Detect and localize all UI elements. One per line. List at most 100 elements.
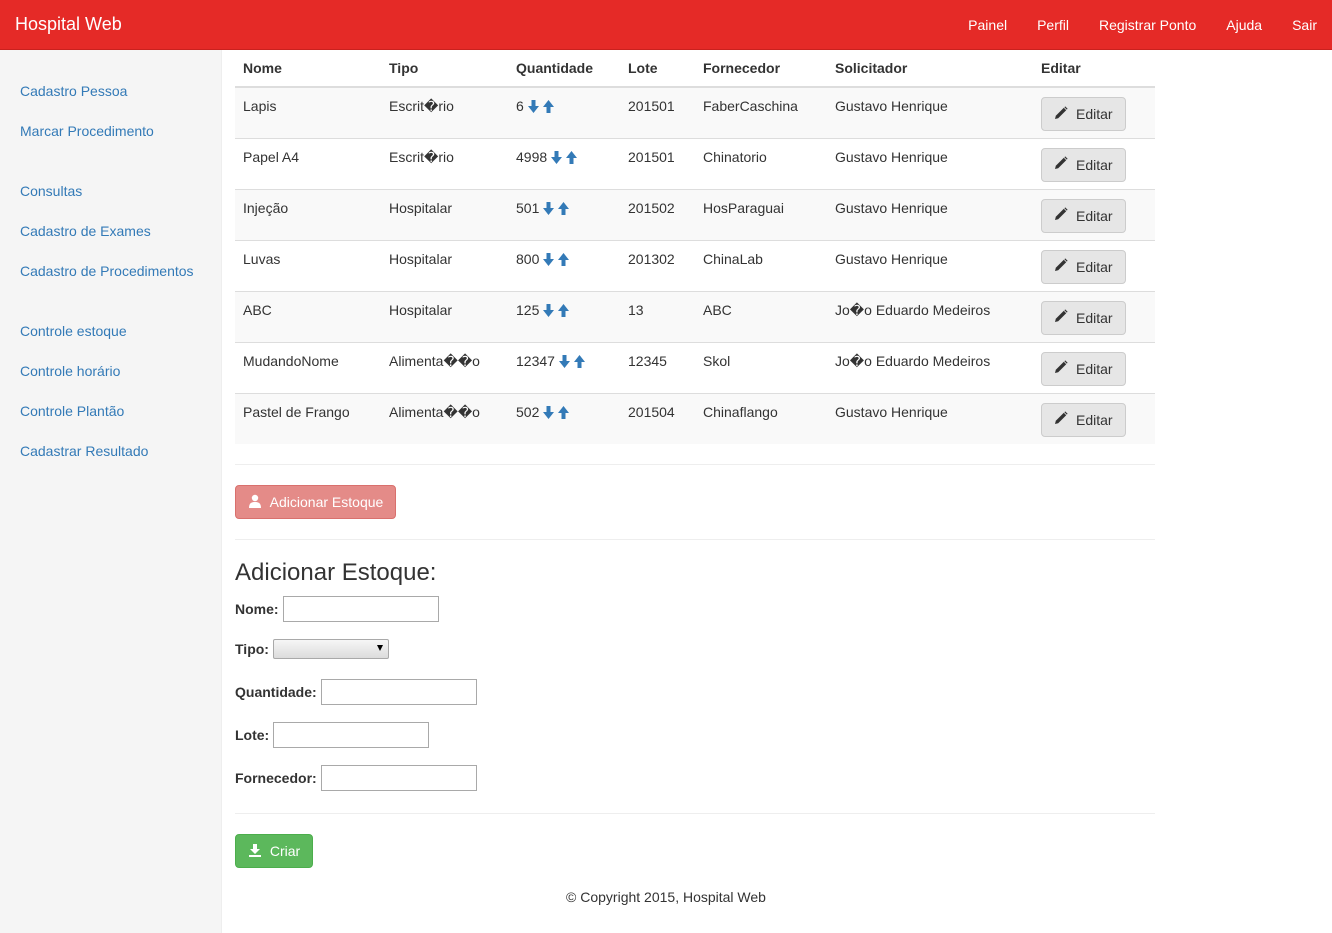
edit-button[interactable]: Editar <box>1041 402 1126 437</box>
form-row-fornecedor: Fornecedor: <box>235 765 477 791</box>
cell-quantidade: 12347 <box>508 341 620 393</box>
brand-link[interactable]: Hospital Web <box>15 14 122 35</box>
edit-button[interactable]: Editar <box>1041 249 1126 284</box>
quantidade-value: 4998 <box>516 148 548 165</box>
quantidade-value: 125 <box>516 301 540 318</box>
cell-editar: Editar <box>1033 239 1155 291</box>
arrow-down-icon[interactable] <box>543 252 555 266</box>
sidebar-item-marcar-procedimento[interactable]: Marcar Procedimento <box>20 123 154 139</box>
arrow-down-icon[interactable] <box>558 354 570 368</box>
edit-button-label: Editar <box>1076 411 1113 428</box>
cell-solicitador: Gustavo Henrique <box>827 239 1033 291</box>
form-title: Adicionar Estoque: <box>235 559 437 586</box>
main-content: Nome Tipo Quantidade Lote Fornecedor Sol… <box>235 50 1155 905</box>
sidebar-item-cadastro-pessoa[interactable]: Cadastro Pessoa <box>20 83 127 99</box>
cell-quantidade: 4998 <box>508 137 620 189</box>
user-icon <box>248 494 262 511</box>
arrow-up-icon[interactable] <box>558 252 570 266</box>
sidebar-item-cadastro-procedimentos[interactable]: Cadastro de Procedimentos <box>20 263 194 279</box>
nav-item-painel[interactable]: Painel <box>953 0 1022 50</box>
cell-lote: 201501 <box>628 98 675 114</box>
pencil-icon <box>1054 309 1068 326</box>
arrow-up-icon[interactable] <box>573 354 585 368</box>
edit-button[interactable]: Editar <box>1041 198 1126 233</box>
edit-button-label: Editar <box>1076 156 1113 173</box>
cell-nome: MudandoNome <box>235 341 381 393</box>
arrow-up-icon[interactable] <box>558 405 570 419</box>
cell-lote: 201501 <box>620 137 695 189</box>
sidebar-item-controle-plantao[interactable]: Controle Plantão <box>20 403 124 419</box>
add-stock-button[interactable]: Adicionar Estoque <box>235 485 396 519</box>
table-header-row: Nome Tipo Quantidade Lote Fornecedor Sol… <box>235 50 1155 88</box>
cell-nome: Injeção <box>235 188 381 240</box>
cell-tipo: Hospitalar <box>381 239 508 291</box>
quantidade-label: Quantidade: <box>235 684 317 700</box>
cell-solicitador: Gustavo Henrique <box>827 392 1033 444</box>
nav-item-registrar-ponto[interactable]: Registrar Ponto <box>1084 0 1211 50</box>
pencil-icon <box>1054 156 1068 173</box>
cell-nome: Pastel de Frango <box>235 392 381 444</box>
edit-button[interactable]: Editar <box>1041 300 1126 335</box>
edit-button-label: Editar <box>1076 258 1113 275</box>
pencil-icon <box>1054 360 1068 377</box>
cell-fornecedor: Chinatorio <box>695 137 827 189</box>
cell-quantidade: 501 <box>508 188 620 240</box>
cell-quantidade: 6 <box>508 87 620 138</box>
arrow-down-icon[interactable] <box>543 405 555 419</box>
cell-editar: Editar <box>1033 87 1155 138</box>
arrow-down-icon[interactable] <box>551 150 563 164</box>
quantidade-value: 12347 <box>516 352 555 369</box>
lote-input[interactable] <box>273 722 430 748</box>
sidebar-item-controle-estoque[interactable]: Controle estoque <box>20 323 127 339</box>
cell-lote: 13 <box>620 290 695 342</box>
divider <box>235 464 1155 465</box>
lote-label: Lote: <box>235 727 270 743</box>
table-row: Luvas Hospitalar 800 201302 ChinaLab Gustavo … <box>235 239 1155 291</box>
quantidade-value: 502 <box>516 403 540 420</box>
table-row: Injeção Hospitalar 501 201502 HosParaguai Gus… <box>235 188 1155 240</box>
nav-item-ajuda[interactable]: Ajuda <box>1211 0 1277 50</box>
arrow-up-icon[interactable] <box>566 150 578 164</box>
sidebar-item-cadastro-exames[interactable]: Cadastro de Exames <box>20 223 151 239</box>
edit-button-label: Editar <box>1076 309 1113 326</box>
cell-nome: Papel A4 <box>235 137 381 189</box>
quantidade-input[interactable] <box>320 679 477 705</box>
table-row: Lapis Escrit�rio 6 201501 FaberCaschina Gusta… <box>235 87 1155 138</box>
criar-button-label: Criar <box>269 843 301 859</box>
add-stock-button-label: Adicionar Estoque <box>269 494 384 510</box>
divider <box>235 813 1155 814</box>
table-body: Lapis Escrit�rio 6 201501 FaberCaschina Gusta… <box>235 87 1155 444</box>
arrow-down-icon[interactable] <box>527 100 539 113</box>
pencil-icon <box>1054 105 1068 123</box>
footer-copyright: © Copyright 2015, Hospital Web <box>566 889 766 905</box>
table-row: Pastel de Frango Alimenta��o 502 201504 Chin… <box>235 392 1155 444</box>
caret-down-icon <box>376 645 383 651</box>
fornecedor-input[interactable] <box>320 765 477 791</box>
nav-item-sair[interactable]: Sair <box>1277 0 1332 50</box>
arrow-up-icon[interactable] <box>558 303 570 317</box>
arrow-up-icon[interactable] <box>542 100 554 113</box>
sidebar-item-cadastrar-resultado[interactable]: Cadastrar Resultado <box>20 443 148 459</box>
tipo-select[interactable] <box>272 639 389 659</box>
arrow-down-icon[interactable] <box>543 201 555 215</box>
criar-button[interactable]: Criar <box>235 834 313 868</box>
edit-button-label: Editar <box>1076 360 1113 377</box>
sidebar-item-controle-horario[interactable]: Controle horário <box>20 363 120 379</box>
sidebar-item-consultas[interactable]: Consultas <box>20 183 82 199</box>
nome-input[interactable] <box>282 596 439 622</box>
column-header-nome: Nome <box>235 50 381 88</box>
edit-button[interactable]: Editar <box>1041 351 1126 386</box>
edit-button-label: Editar <box>1076 207 1113 224</box>
edit-button[interactable]: Editar <box>1041 147 1126 182</box>
navbar: Hospital Web Painel Perfil Registrar Pon… <box>0 0 1332 50</box>
nav-item-perfil[interactable]: Perfil <box>1022 0 1084 50</box>
arrow-up-icon[interactable] <box>558 201 570 215</box>
arrow-down-icon[interactable] <box>543 303 555 317</box>
cell-nome: ABC <box>235 290 381 342</box>
cell-solicitador: Gustavo Henrique <box>835 98 948 114</box>
cell-solicitador: Gustavo Henrique <box>827 188 1033 240</box>
edit-button[interactable]: Editar <box>1041 97 1126 131</box>
cell-lote: 12345 <box>620 341 695 393</box>
column-header-tipo: Tipo <box>381 50 508 88</box>
table-row: MudandoNome Alimenta��o 12347 12345 Skol Jo�o… <box>235 341 1155 393</box>
